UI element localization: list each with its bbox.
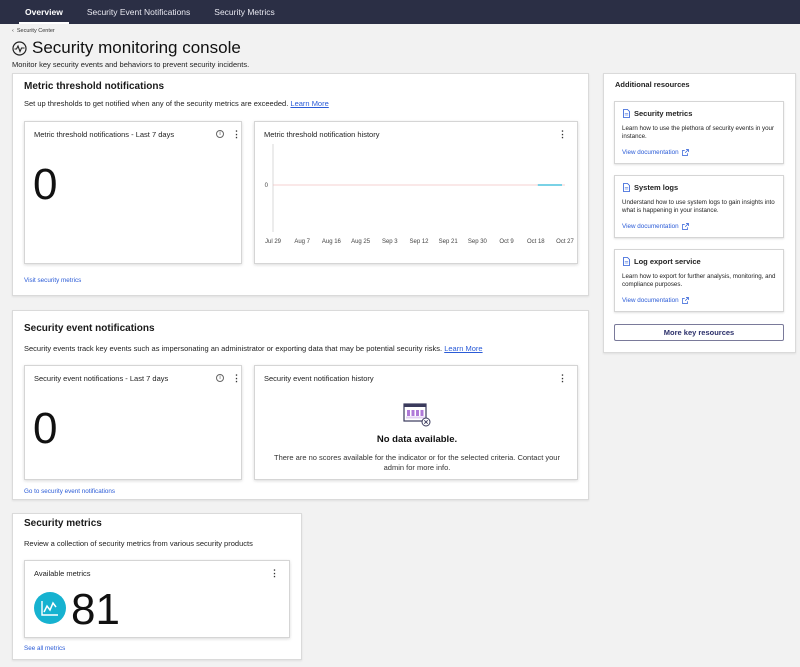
available-metrics-value: 81 [71,585,120,634]
external-link-icon [681,223,689,230]
events-heading: Security event notifications [24,323,155,334]
resource-title-row: Security metrics [623,109,692,118]
resource-title: Log export service [634,257,701,266]
metrics-section: Security metrics Review a collection of … [12,513,302,660]
x-tick-label: Sep 3 [382,239,398,245]
events-description: Security events track key events such as… [24,344,443,353]
no-data-title: No data available. [376,434,458,445]
view-documentation-link[interactable]: View documentation [622,223,689,230]
x-tick-label: Aug 25 [351,239,371,245]
breadcrumb[interactable]: ‹ Security Center [12,28,55,34]
events-count-title: Security event notifications - Last 7 da… [34,374,169,383]
resource-title: Security metrics [634,109,693,118]
resource-description: Learn how to export for further analysis… [622,273,776,288]
events-learn-more-link[interactable]: Learn More [444,344,482,353]
document-icon [623,183,630,192]
threshold-count-title: Metric threshold notifications - Last 7 … [34,130,175,139]
resource-card-log-export-service: Log export service Learn how to export f… [614,249,784,312]
breadcrumb-label: Security Center [16,28,55,34]
view-documentation-label: View documentation [622,223,679,230]
more-options-icon[interactable]: ⋮ [232,129,241,139]
y-tick-label: 0 [265,183,269,189]
no-data-chart-icon [403,403,431,427]
page-title-row: Security monitoring console [12,38,241,58]
events-description-row: Security events track key events such as… [24,344,483,353]
top-navigation: Overview Security Event Notifications Se… [0,0,800,24]
available-metrics-tile: Available metrics ⋮ 81 [24,560,290,638]
view-documentation-link[interactable]: View documentation [622,149,689,156]
view-documentation-label: View documentation [622,297,679,304]
x-tick-label: Oct 9 [499,239,514,245]
tab-security-metrics[interactable]: Security Metrics [202,0,286,24]
resource-title-row: System logs [623,183,678,192]
threshold-count-value: 0 [33,160,58,209]
metrics-heading: Security metrics [24,518,102,529]
events-count-tile: Security event notifications - Last 7 da… [24,365,242,480]
resource-card-system-logs: System logs Understand how to use system… [614,175,784,238]
more-key-resources-button[interactable]: More key resources [614,324,784,341]
more-options-icon[interactable]: ⋮ [270,568,279,578]
external-link-icon [681,297,689,304]
x-tick-label: Sep 30 [468,239,488,245]
events-count-value: 0 [33,404,58,453]
visit-security-metrics-link[interactable]: Visit security metrics [24,277,81,284]
available-metrics-title: Available metrics [34,569,91,578]
threshold-count-tile: Metric threshold notifications - Last 7 … [24,121,242,264]
resource-description: Understand how to use system logs to gai… [622,199,775,214]
x-tick-label: Oct 18 [527,239,545,245]
resources-heading: Additional resources [615,80,690,89]
more-options-icon[interactable]: ⋮ [232,373,241,383]
events-section: Security event notifications Security ev… [12,310,589,500]
x-tick-label: Jul 29 [265,239,282,245]
threshold-learn-more-link[interactable]: Learn More [290,99,328,108]
metrics-description: Review a collection of security metrics … [24,539,253,548]
tab-overview[interactable]: Overview [13,0,75,24]
page-subtitle: Monitor key security events and behavior… [12,60,250,69]
document-icon [623,109,630,118]
resource-description: Learn how to use the plethora of securit… [622,125,775,140]
see-all-metrics-link[interactable]: See all metrics [24,645,65,652]
threshold-description-row: Set up thresholds to get notified when a… [24,99,329,108]
metrics-trend-icon [34,592,66,624]
x-tick-label: Sep 21 [439,239,459,245]
threshold-section: Metric threshold notifications Set up th… [12,73,589,296]
info-icon[interactable]: i [216,374,224,382]
events-history-tile: Security event notification history ⋮ No… [254,365,578,480]
document-icon [623,257,630,266]
view-documentation-link[interactable]: View documentation [622,297,689,304]
chevron-left-icon: ‹ [12,28,14,34]
tab-security-event-notifications[interactable]: Security Event Notifications [75,0,202,24]
no-data-message: There are no scores available for the in… [274,453,560,472]
page-title: Security monitoring console [32,38,241,57]
external-link-icon [681,149,689,156]
resource-title-row: Log export service [623,257,701,266]
events-history-title: Security event notification history [264,374,374,383]
view-documentation-label: View documentation [622,149,679,156]
activity-pulse-icon [12,40,27,56]
threshold-history-tile: Metric threshold notification history ⋮ … [254,121,578,264]
info-icon[interactable]: i [216,130,224,138]
resource-card-security-metrics: Security metrics Learn how to use the pl… [614,101,784,164]
x-tick-label: Aug 7 [294,239,310,245]
more-options-icon[interactable]: ⋮ [558,373,567,383]
x-tick-label: Oct 27 [556,239,574,245]
resource-title: System logs [634,183,679,192]
threshold-history-chart: 0 Jul 29 Aug 7 Aug 16 Aug 25 Sep 3 Sep 12 Sep 2… [265,144,574,245]
go-to-security-event-notifications-link[interactable]: Go to security event notifications [24,488,115,495]
threshold-description: Set up thresholds to get notified when a… [24,99,289,108]
x-tick-label: Aug 16 [322,239,342,245]
threshold-heading: Metric threshold notifications [24,81,165,92]
x-tick-label: Sep 12 [409,239,429,245]
